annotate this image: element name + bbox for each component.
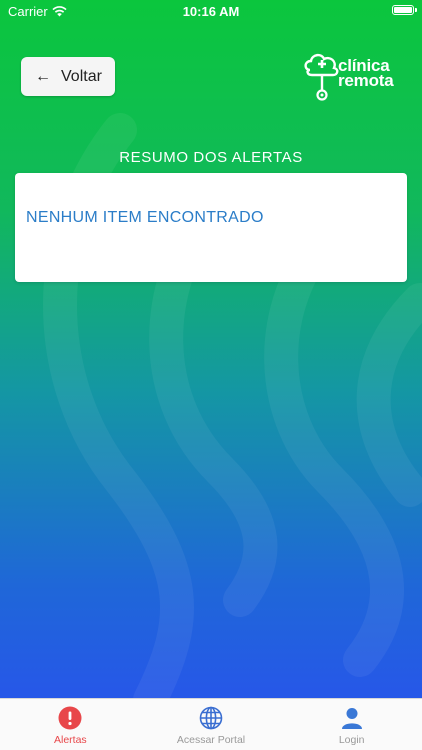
alerts-summary-title: RESUMO DOS ALERTAS	[119, 149, 303, 166]
logo-text: clínica remota	[338, 57, 394, 90]
tab-login-label: Login	[338, 734, 365, 746]
empty-state-message: NENHUM ITEM ENCONTRADO	[26, 209, 264, 226]
back-button[interactable]: ← Voltar	[21, 57, 115, 96]
app-screen: Carrier 10:16 AM ← Voltar clínica remota	[0, 0, 422, 750]
tab-acessar-portal-label: Acessar Portal	[176, 734, 246, 746]
status-bar: Carrier 10:16 AM	[0, 0, 422, 24]
user-icon	[339, 705, 365, 731]
battery-fill	[394, 7, 412, 13]
tab-acessar-portal[interactable]: Acessar Portal	[141, 699, 282, 750]
battery-icon	[392, 5, 417, 15]
clinica-remota-logo: clínica remota	[304, 50, 402, 102]
logo-text-line2: remota	[338, 71, 394, 90]
status-time: 10:16 AM	[182, 4, 240, 19]
back-button-label: Voltar	[61, 67, 102, 85]
background-waves	[43, 113, 422, 717]
tab-bar: Alertas Acessar Portal Login	[0, 698, 422, 750]
alerts-card: NENHUM ITEM ENCONTRADO	[15, 173, 407, 282]
alert-icon	[57, 705, 83, 731]
tab-alertas[interactable]: Alertas	[0, 699, 141, 750]
tab-alertas-label: Alertas	[53, 734, 87, 746]
arrow-left-icon: ←	[35, 67, 51, 85]
globe-icon	[198, 705, 224, 731]
tab-login[interactable]: Login	[281, 699, 422, 750]
